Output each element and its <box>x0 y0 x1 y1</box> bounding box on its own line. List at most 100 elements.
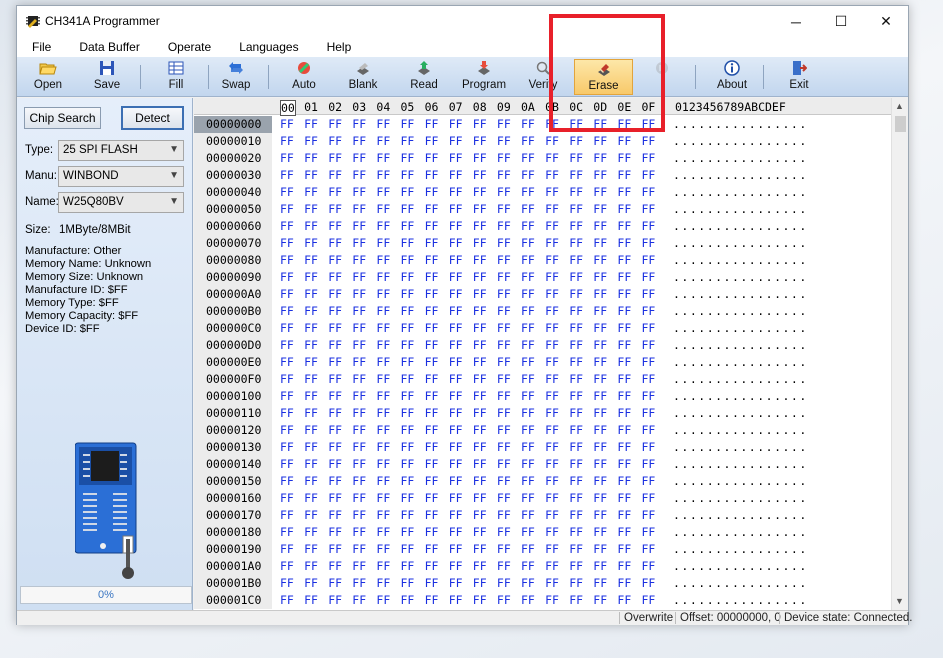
byte-cell[interactable]: FF <box>642 286 656 303</box>
hex-row[interactable]: 00000160 FF FF FF FF FF FF FF FF FF FF FF FF FF FF FF FF… <box>194 490 894 507</box>
byte-cell[interactable]: FF <box>401 507 415 524</box>
byte-cell[interactable]: FF <box>449 150 463 167</box>
byte-cell[interactable]: FF <box>449 490 463 507</box>
byte-cell[interactable]: FF <box>569 354 583 371</box>
hex-row[interactable]: 00000060 FF FF FF FF FF FF FF FF FF FF FF FF FF FF FF FF… <box>194 218 894 235</box>
byte-cell[interactable]: FF <box>497 422 511 439</box>
byte-cell[interactable]: FF <box>449 337 463 354</box>
byte-cell[interactable]: FF <box>376 439 390 456</box>
byte-cell[interactable]: FF <box>473 371 487 388</box>
byte-cell[interactable]: FF <box>376 167 390 184</box>
byte-cell[interactable]: FF <box>425 116 439 133</box>
byte-cell[interactable]: FF <box>593 558 607 575</box>
byte-cell[interactable]: FF <box>328 354 342 371</box>
ascii-cell[interactable]: ................ <box>673 337 808 354</box>
byte-cell[interactable]: FF <box>497 201 511 218</box>
scroll-thumb[interactable] <box>895 116 906 132</box>
byte-cell[interactable]: FF <box>449 507 463 524</box>
byte-cell[interactable]: FF <box>521 422 535 439</box>
byte-cell[interactable]: FF <box>473 592 487 609</box>
byte-cell[interactable]: FF <box>473 524 487 541</box>
ascii-cell[interactable]: ................ <box>673 371 808 388</box>
byte-cell[interactable]: FF <box>425 167 439 184</box>
hex-row[interactable]: 00000140 FF FF FF FF FF FF FF FF FF FF FF FF FF FF FF FF… <box>194 456 894 473</box>
byte-cell[interactable]: FF <box>352 575 366 592</box>
byte-cell[interactable]: FF <box>593 422 607 439</box>
byte-cell[interactable]: FF <box>304 235 318 252</box>
byte-cell[interactable]: FF <box>473 405 487 422</box>
byte-cell[interactable]: FF <box>642 269 656 286</box>
byte-cell[interactable]: FF <box>280 167 294 184</box>
byte-cell[interactable]: FF <box>545 405 559 422</box>
manufacturer-select[interactable]: WINBOND ▼ <box>58 166 184 187</box>
byte-cell[interactable]: FF <box>352 558 366 575</box>
byte-cell[interactable]: FF <box>569 286 583 303</box>
byte-cell[interactable]: FF <box>328 456 342 473</box>
byte-cell[interactable]: FF <box>376 116 390 133</box>
byte-cell[interactable]: FF <box>304 303 318 320</box>
byte-cell[interactable]: FF <box>617 133 631 150</box>
byte-cell[interactable]: FF <box>401 252 415 269</box>
hex-row[interactable]: 00000050 FF FF FF FF FF FF FF FF FF FF FF FF FF FF FF FF… <box>194 201 894 218</box>
byte-cell[interactable]: FF <box>401 592 415 609</box>
byte-cell[interactable]: FF <box>569 371 583 388</box>
hex-row[interactable]: 000000E0 FF FF FF FF FF FF FF FF FF FF FF FF FF FF FF FF… <box>194 354 894 371</box>
byte-cell[interactable]: FF <box>304 167 318 184</box>
byte-cell[interactable]: FF <box>473 507 487 524</box>
byte-cell[interactable]: FF <box>545 575 559 592</box>
byte-cell[interactable]: FF <box>593 490 607 507</box>
byte-cell[interactable]: FF <box>304 422 318 439</box>
byte-cell[interactable]: FF <box>449 201 463 218</box>
byte-cell[interactable]: FF <box>376 524 390 541</box>
ascii-cell[interactable]: ................ <box>673 592 808 609</box>
byte-cell[interactable]: FF <box>593 269 607 286</box>
byte-cell[interactable]: FF <box>473 201 487 218</box>
ascii-cell[interactable]: ................ <box>673 490 808 507</box>
byte-cell[interactable]: FF <box>569 575 583 592</box>
byte-cell[interactable]: FF <box>473 388 487 405</box>
byte-cell[interactable]: FF <box>473 269 487 286</box>
byte-cell[interactable]: FF <box>328 150 342 167</box>
byte-cell[interactable]: FF <box>593 150 607 167</box>
byte-cell[interactable]: FF <box>521 439 535 456</box>
byte-cell[interactable]: FF <box>473 575 487 592</box>
byte-cell[interactable]: FF <box>376 269 390 286</box>
byte-cell[interactable]: FF <box>521 592 535 609</box>
read-button[interactable]: Read <box>396 59 452 95</box>
byte-cell[interactable]: FF <box>617 286 631 303</box>
byte-cell[interactable]: FF <box>304 558 318 575</box>
byte-cell[interactable]: FF <box>280 439 294 456</box>
byte-cell[interactable]: FF <box>280 320 294 337</box>
byte-cell[interactable]: FF <box>328 439 342 456</box>
open-button[interactable]: Open <box>20 59 76 95</box>
byte-cell[interactable]: FF <box>497 184 511 201</box>
byte-cell[interactable]: FF <box>376 541 390 558</box>
byte-cell[interactable]: FF <box>280 575 294 592</box>
byte-cell[interactable]: FF <box>304 541 318 558</box>
ascii-cell[interactable]: ................ <box>673 150 808 167</box>
ascii-cell[interactable]: ................ <box>673 167 808 184</box>
byte-cell[interactable]: FF <box>352 371 366 388</box>
byte-cell[interactable]: FF <box>617 235 631 252</box>
byte-cell[interactable]: FF <box>642 422 656 439</box>
byte-cell[interactable]: FF <box>617 575 631 592</box>
byte-cell[interactable]: FF <box>280 558 294 575</box>
byte-cell[interactable]: FF <box>545 201 559 218</box>
byte-cell[interactable]: FF <box>497 388 511 405</box>
hex-row[interactable]: 00000130 FF FF FF FF FF FF FF FF FF FF FF FF FF FF FF FF… <box>194 439 894 456</box>
byte-cell[interactable]: FF <box>376 235 390 252</box>
byte-cell[interactable]: FF <box>449 133 463 150</box>
byte-cell[interactable]: FF <box>401 371 415 388</box>
byte-cell[interactable]: FF <box>304 405 318 422</box>
auto-button[interactable]: Auto <box>276 59 332 95</box>
byte-cell[interactable]: FF <box>280 337 294 354</box>
byte-cell[interactable]: FF <box>425 303 439 320</box>
byte-cell[interactable]: FF <box>569 456 583 473</box>
byte-cell[interactable]: FF <box>352 235 366 252</box>
byte-cell[interactable]: FF <box>352 388 366 405</box>
ascii-cell[interactable]: ................ <box>673 388 808 405</box>
byte-cell[interactable]: FF <box>401 524 415 541</box>
byte-cell[interactable]: FF <box>376 184 390 201</box>
byte-cell[interactable]: FF <box>328 541 342 558</box>
byte-cell[interactable]: FF <box>280 116 294 133</box>
